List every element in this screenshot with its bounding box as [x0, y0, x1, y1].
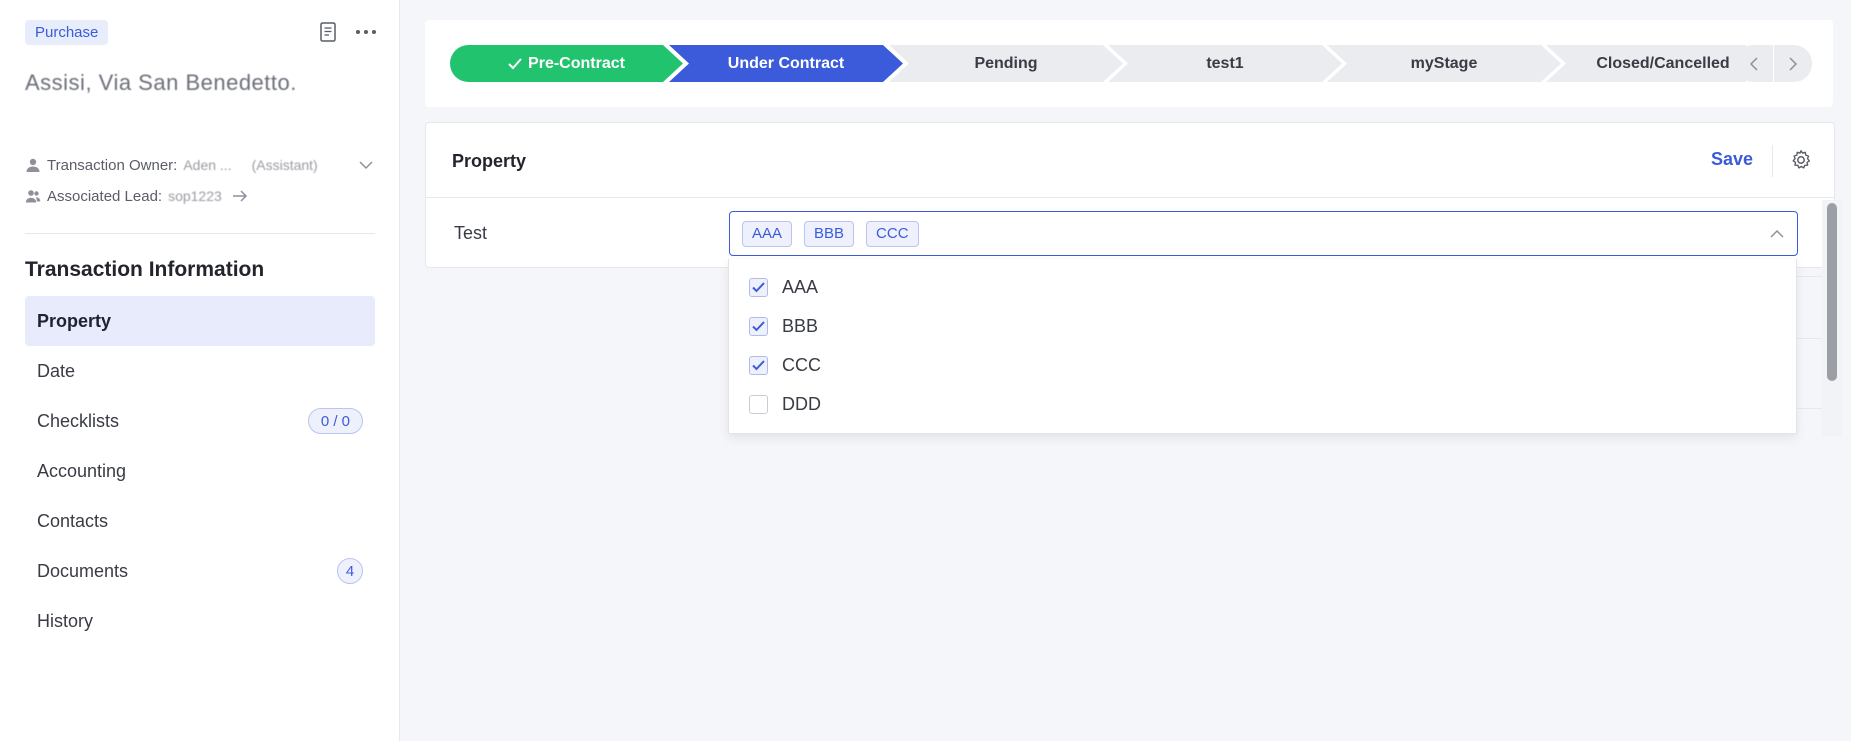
checkbox[interactable] — [749, 395, 768, 414]
sidebar-item-date[interactable]: Date — [25, 346, 375, 396]
scrollbar-thumb[interactable] — [1827, 203, 1837, 381]
sidebar-item-label: Checklists — [37, 410, 120, 431]
stage-under-contract[interactable]: Under Contract — [669, 45, 903, 82]
gear-icon[interactable] — [1790, 149, 1812, 171]
stage-pending[interactable]: Pending — [889, 45, 1123, 82]
sidebar-item-accounting[interactable]: Accounting — [25, 446, 375, 496]
option-label: BBB — [782, 316, 819, 336]
chevron-up-icon[interactable] — [1769, 226, 1785, 242]
sidebar-item-label: Date — [37, 360, 76, 381]
property-title: Property — [452, 151, 527, 171]
documents-count-badge: 4 — [337, 558, 363, 584]
sidebar-item-contacts[interactable]: Contacts — [25, 496, 375, 546]
card-divider — [426, 197, 1834, 198]
check-icon — [752, 282, 765, 293]
check-icon — [752, 360, 765, 371]
selected-tag[interactable]: AAA — [742, 220, 793, 247]
sidebar: Purchase Assisi, Via San Benedetto. Tran… — [0, 0, 400, 741]
section-title: Transaction Information — [25, 258, 265, 281]
stage-scroll-left-button[interactable] — [1735, 45, 1773, 82]
property-address: Assisi, Via San Benedetto. — [25, 70, 297, 95]
selected-tag[interactable]: CCC — [866, 220, 919, 247]
stage-label: Pending — [974, 54, 1038, 72]
chevron-right-icon — [1789, 56, 1798, 71]
sidebar-item-checklists[interactable]: Checklists 0 / 0 — [25, 396, 375, 446]
lead-label: Associated Lead: — [47, 187, 163, 205]
test-multi-select[interactable]: AAA BBB CCC — [729, 211, 1798, 256]
owner-role: (Assistant) — [251, 157, 318, 173]
stage-label: Pre-Contract — [528, 54, 625, 72]
stage-label: myStage — [1410, 54, 1478, 72]
check-icon — [752, 321, 765, 332]
sidebar-item-history[interactable]: History — [25, 596, 375, 646]
sidebar-nav: Property Date Checklists 0 / 0 Accounting… — [25, 296, 375, 646]
option-label: CCC — [782, 355, 821, 375]
test-field-label: Test — [454, 223, 488, 243]
background-row-dividers — [1797, 276, 1822, 436]
sidebar-divider — [25, 233, 375, 234]
option-label: AAA — [782, 277, 819, 297]
checkbox[interactable] — [749, 317, 768, 336]
sidebar-item-label: Contacts — [37, 510, 109, 531]
option-label: DDD — [782, 394, 821, 414]
sidebar-item-property[interactable]: Property — [25, 296, 375, 346]
sidebar-item-label: Documents — [37, 560, 129, 581]
stage-label: test1 — [1206, 54, 1244, 72]
transaction-type-badge: Purchase — [25, 20, 109, 45]
stage-pre-contract[interactable]: Pre-Contract — [450, 45, 683, 82]
option-ccc[interactable]: CCC — [729, 346, 1796, 385]
options-dropdown: AAA BBB CCC DDD — [728, 259, 1797, 434]
stage-mystage[interactable]: myStage — [1327, 45, 1561, 82]
associated-lead-row: Associated Lead: sop1223 — [25, 186, 248, 206]
header-divider — [1772, 145, 1773, 177]
lead-name[interactable]: sop1223 — [168, 188, 222, 204]
option-ddd[interactable]: DDD — [729, 385, 1796, 424]
selected-tag[interactable]: BBB — [804, 220, 855, 247]
sidebar-item-label: History — [37, 610, 94, 631]
checklists-count-badge: 0 / 0 — [307, 408, 363, 434]
stage-label: Closed/Cancelled — [1596, 54, 1730, 72]
stage-label: Under Contract — [727, 54, 845, 72]
option-aaa[interactable]: AAA — [729, 268, 1796, 307]
transaction-owner-row: Transaction Owner: Aden ... (Assistant) — [25, 155, 318, 175]
chevron-left-icon — [1749, 56, 1758, 71]
stage-progress-card: Pre-Contract Under Contract Pending test… — [425, 20, 1833, 107]
owner-label: Transaction Owner: — [47, 156, 178, 174]
stage-pipeline: Pre-Contract Under Contract Pending test… — [450, 45, 1746, 82]
save-button[interactable]: Save — [1711, 149, 1753, 170]
stage-scroll-right-button[interactable] — [1774, 45, 1812, 82]
document-icon[interactable] — [318, 21, 338, 43]
chevron-down-icon[interactable] — [358, 157, 374, 173]
sidebar-item-documents[interactable]: Documents 4 — [25, 546, 375, 596]
owner-name: Aden ... — [183, 157, 232, 173]
stage-test1[interactable]: test1 — [1108, 45, 1342, 82]
arrow-right-icon[interactable] — [232, 189, 248, 203]
check-icon — [508, 57, 522, 69]
property-card: Property Save Test AAA BBB CCC — [425, 122, 1835, 268]
more-icon[interactable] — [354, 22, 378, 42]
stage-closed-cancelled[interactable]: Closed/Cancelled — [1546, 45, 1746, 82]
checkbox[interactable] — [749, 356, 768, 375]
sidebar-item-label: Accounting — [37, 460, 127, 481]
checkbox[interactable] — [749, 278, 768, 297]
user-icon — [26, 158, 40, 172]
option-bbb[interactable]: BBB — [729, 307, 1796, 346]
users-icon — [25, 190, 41, 203]
sidebar-item-label: Property — [37, 310, 112, 331]
